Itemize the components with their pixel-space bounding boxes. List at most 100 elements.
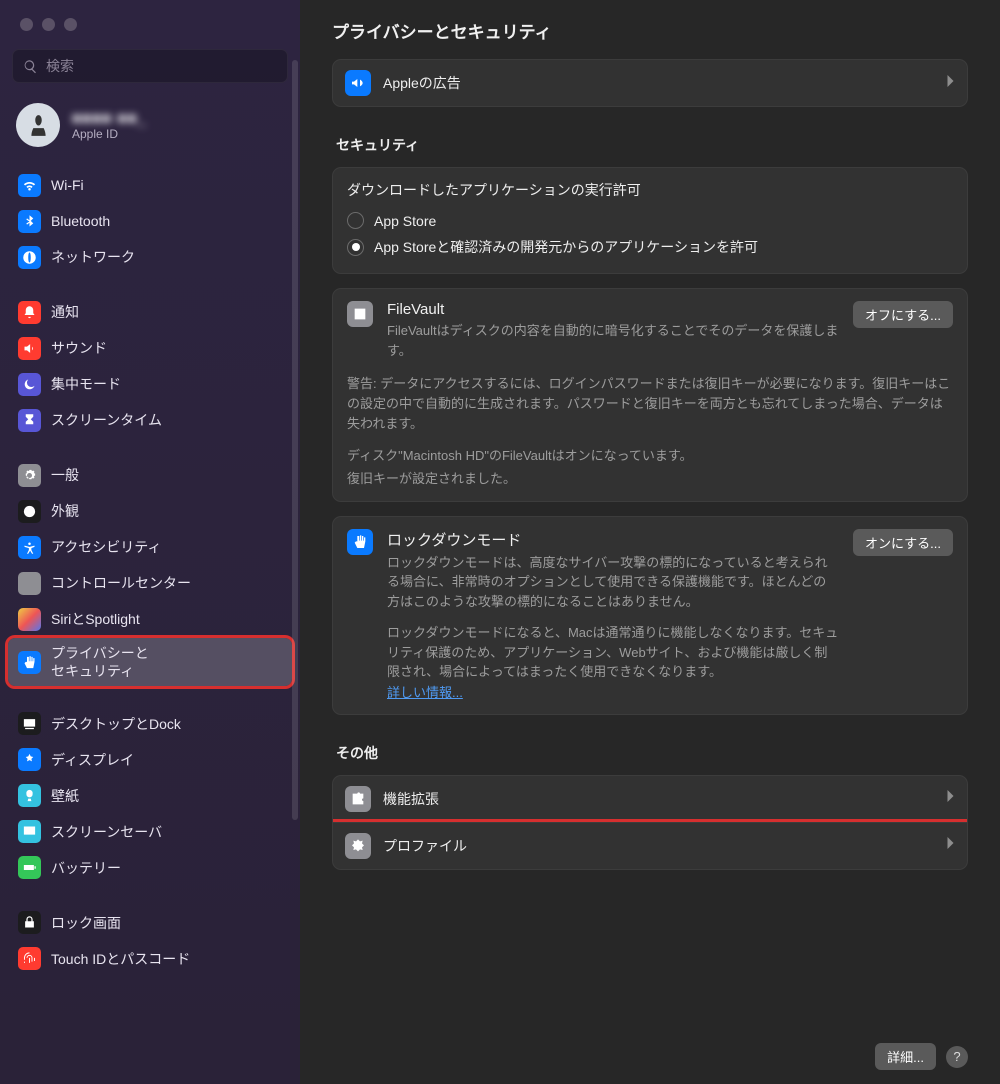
sidebar-item-battery[interactable]: バッテリー <box>8 850 292 885</box>
filevault-status2: 復旧キーが設定されました。 <box>347 469 953 489</box>
filevault-desc: FileVaultはディスクの内容を自動的に暗号化することでそのデータを保護しま… <box>387 321 839 360</box>
lockdown-desc: ロックダウンモードは、高度なサイバー攻撃の標的になっていると考えられる場合に、非… <box>387 553 839 612</box>
badge-icon <box>345 833 371 859</box>
filevault-toggle-button[interactable]: オフにする... <box>853 301 953 328</box>
scrollbar[interactable] <box>292 60 298 820</box>
sidebar-item-label: サウンド <box>51 339 107 357</box>
sidebar-item-label: プライバシーとセキュリティ <box>51 644 149 680</box>
fingerprint-icon <box>18 947 41 970</box>
sidebar-nav: Wi-Fi Bluetooth ネットワーク通知サウンド集中モードスクリーンタイム一… <box>0 167 300 1084</box>
hourglass-icon <box>18 409 41 432</box>
zoom-icon[interactable] <box>64 18 77 31</box>
sidebar-item-label: Bluetooth <box>51 212 110 230</box>
hand-icon <box>347 529 373 555</box>
row-label: プロファイル <box>383 836 934 856</box>
help-button[interactable]: ? <box>946 1046 968 1068</box>
account-sub: Apple ID <box>72 127 147 141</box>
sidebar-item-accessibility[interactable]: アクセシビリティ <box>8 530 292 565</box>
sidebar-item-appearance[interactable]: 外観 <box>8 494 292 529</box>
sidebar-item-bluetooth[interactable]: Bluetooth <box>8 204 292 239</box>
sidebar: 検索 ■■■■ ■■_ Apple ID Wi-Fi Bluetooth ネットワー… <box>0 0 300 1084</box>
radio-label: App Store <box>374 213 436 229</box>
sidebar-item-label: バッテリー <box>51 859 121 877</box>
page-title: プライバシーとセキュリティ <box>300 0 1000 59</box>
radio-identified[interactable]: App Storeと確認済みの開発元からのアプリケーションを許可 <box>347 233 953 261</box>
wifi-icon <box>18 174 41 197</box>
sidebar-item-label: Touch IDとパスコード <box>51 950 190 968</box>
sidebar-item-siri[interactable]: SiriとSpotlight <box>8 602 292 637</box>
close-icon[interactable] <box>20 18 33 31</box>
sidebar-item-hourglass[interactable]: スクリーンタイム <box>8 403 292 438</box>
screensaver-icon <box>18 820 41 843</box>
account-row[interactable]: ■■■■ ■■_ Apple ID <box>0 99 300 167</box>
hand-icon <box>18 651 41 674</box>
moon-icon <box>18 373 41 396</box>
sidebar-item-label: スクリーンセーバ <box>51 823 162 841</box>
window-controls <box>0 0 300 45</box>
row-label: 機能拡張 <box>383 789 934 809</box>
sidebar-item-label: 壁紙 <box>51 787 79 805</box>
sidebar-item-lock[interactable]: ロック画面 <box>8 905 292 940</box>
avatar <box>16 103 60 147</box>
puzzle-icon <box>345 786 371 812</box>
sidebar-item-label: 外観 <box>51 502 79 520</box>
megaphone-icon <box>345 70 371 96</box>
row-apple-ads[interactable]: Appleの広告 <box>332 59 968 107</box>
sidebar-item-label: コントロールセンター <box>51 574 191 592</box>
filevault-warning: 警告: データにアクセスするには、ログインパスワードまたは復旧キーが必要になりま… <box>347 374 953 434</box>
sidebar-item-sliders[interactable]: コントロールセンター <box>8 566 292 601</box>
minimize-icon[interactable] <box>42 18 55 31</box>
bluetooth-icon <box>18 210 41 233</box>
sidebar-item-gear[interactable]: 一般 <box>8 458 292 493</box>
main-pane: プライバシーとセキュリティ Appleの広告 セキュリティ ダウンロードしたアプ… <box>300 0 1000 1084</box>
row-extensions[interactable]: 機能拡張 <box>333 776 967 822</box>
filevault-title: FileVault <box>387 301 839 318</box>
lockdown-desc2: ロックダウンモードになると、Macは通常通りに機能しなくなります。セキュリティ保… <box>387 623 839 682</box>
radio-appstore[interactable]: App Store <box>347 208 953 233</box>
search-placeholder: 検索 <box>46 56 74 76</box>
sidebar-item-hand[interactable]: プライバシーとセキュリティ <box>8 638 292 686</box>
gatekeeper-heading: ダウンロードしたアプリケーションの実行許可 <box>347 180 953 200</box>
speaker-icon <box>18 337 41 360</box>
sidebar-item-label: ディスプレイ <box>51 751 134 769</box>
radio-icon <box>347 212 364 229</box>
sidebar-item-label: デスクトップとDock <box>51 715 181 733</box>
lockdown-title: ロックダウンモード <box>387 529 839 550</box>
battery-icon <box>18 856 41 879</box>
accessibility-icon <box>18 536 41 559</box>
sidebar-item-label: Wi-Fi <box>51 176 84 194</box>
chevron-right-icon <box>946 74 955 93</box>
filevault-card: FileVault FileVaultはディスクの内容を自動的に暗号化することで… <box>332 288 968 502</box>
lockdown-more-link[interactable]: 詳しい情報... <box>387 685 463 700</box>
network-icon <box>18 246 41 269</box>
sidebar-item-fingerprint[interactable]: Touch IDとパスコード <box>8 941 292 976</box>
details-button[interactable]: 詳細... <box>875 1043 936 1070</box>
search-input[interactable]: 検索 <box>12 49 288 83</box>
sidebar-item-bell[interactable]: 通知 <box>8 295 292 330</box>
sliders-icon <box>18 572 41 595</box>
dock-icon <box>18 712 41 735</box>
other-list: 機能拡張 プロファイル <box>332 775 968 870</box>
lockdown-toggle-button[interactable]: オンにする... <box>853 529 953 556</box>
sidebar-item-moon[interactable]: 集中モード <box>8 367 292 402</box>
sidebar-item-wallpaper[interactable]: 壁紙 <box>8 778 292 813</box>
chevron-right-icon <box>946 836 955 855</box>
gatekeeper-card: ダウンロードしたアプリケーションの実行許可 App Store App Stor… <box>332 167 968 274</box>
sidebar-item-label: ロック画面 <box>51 914 121 932</box>
bell-icon <box>18 301 41 324</box>
sidebar-item-speaker[interactable]: サウンド <box>8 331 292 366</box>
sidebar-item-dock[interactable]: デスクトップとDock <box>8 706 292 741</box>
row-label: Appleの広告 <box>383 73 934 93</box>
sidebar-item-network[interactable]: ネットワーク <box>8 240 292 275</box>
filevault-icon <box>347 301 373 327</box>
sidebar-item-wifi[interactable]: Wi-Fi <box>8 168 292 203</box>
radio-label: App Storeと確認済みの開発元からのアプリケーションを許可 <box>374 237 758 257</box>
lockdown-card: ロックダウンモード ロックダウンモードは、高度なサイバー攻撃の標的になっていると… <box>332 516 968 715</box>
section-other: その他 <box>336 743 964 763</box>
sidebar-item-screensaver[interactable]: スクリーンセーバ <box>8 814 292 849</box>
sidebar-item-display[interactable]: ディスプレイ <box>8 742 292 777</box>
account-name: ■■■■ ■■_ <box>72 110 147 127</box>
row-profiles[interactable]: プロファイル <box>333 822 967 869</box>
search-icon <box>23 59 38 74</box>
sidebar-item-label: スクリーンタイム <box>51 411 162 429</box>
